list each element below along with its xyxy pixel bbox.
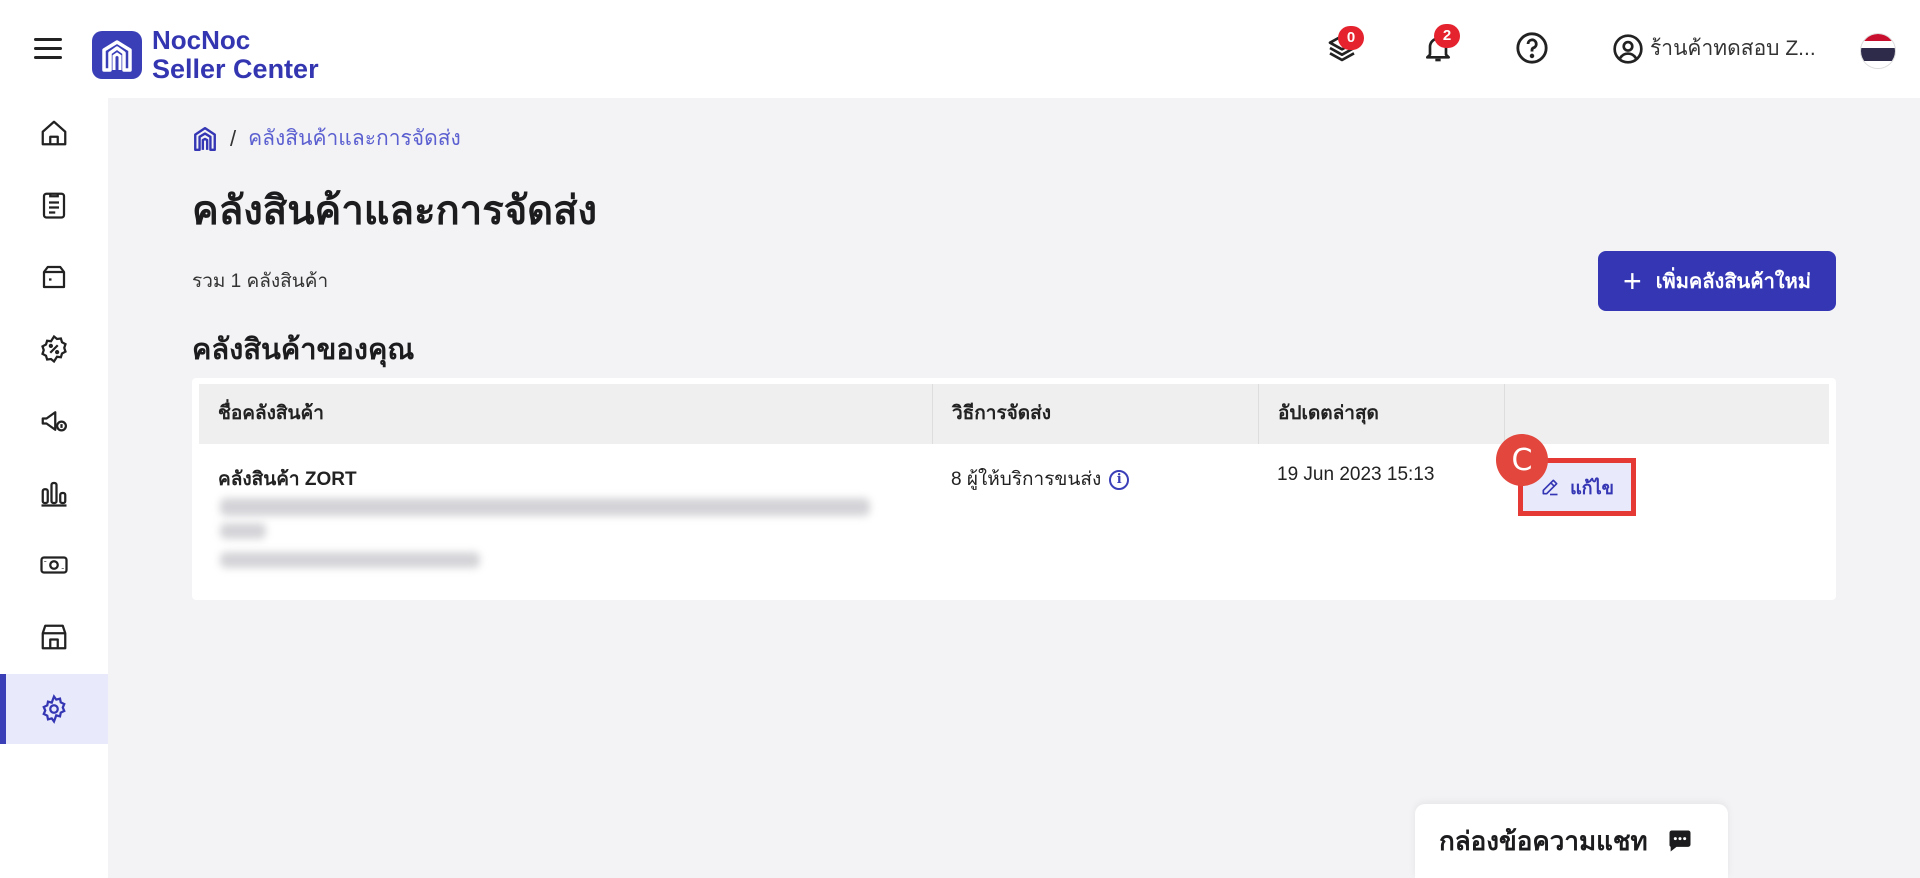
sidebar-item-analytics[interactable]	[0, 458, 108, 528]
nocnoc-logo-icon	[92, 31, 142, 79]
table-header: ชื่อคลังสินค้า วิธีการจัดส่ง อัปเดตล่าสุ…	[199, 384, 1829, 444]
add-warehouse-button[interactable]: + เพิ่มคลังสินค้าใหม่	[1598, 251, 1836, 311]
column-header-actions	[1505, 384, 1829, 444]
brand-subtitle: Seller Center	[152, 54, 319, 84]
pencil-icon	[1542, 479, 1558, 496]
user-circle-icon	[1613, 33, 1643, 64]
home-logo-icon[interactable]	[192, 126, 218, 152]
sidebar-item-shop[interactable]	[0, 602, 108, 672]
breadcrumb: / คลังสินค้าและการจัดส่ง	[192, 122, 461, 155]
settings-icon	[42, 694, 66, 724]
warehouse-name: คลังสินค้า ZORT	[218, 469, 357, 490]
annotation-marker: C	[1496, 434, 1548, 486]
marketing-icon	[41, 411, 67, 432]
warehouse-count: รวม 1 คลังสินค้า	[192, 271, 329, 292]
page-title: คลังสินค้าและการจัดส่ง	[192, 189, 598, 233]
notifications-badge: 2	[1434, 24, 1460, 48]
warehouse-address-redacted	[220, 498, 870, 516]
shop-icon	[41, 624, 67, 650]
store-name: ร้านค้าทดสอบ Z...	[1650, 37, 1816, 60]
info-icon[interactable]: i	[1109, 469, 1130, 490]
help-icon	[1516, 32, 1548, 64]
breadcrumb-separator: /	[230, 125, 237, 151]
chat-label: กล่องข้อความแชท	[1439, 825, 1648, 856]
warehouse-address-redacted	[220, 523, 266, 539]
sidebar-item-finance[interactable]	[0, 530, 108, 600]
shipping-providers-text: 8 ผู้ให้บริการขนส่ง	[951, 469, 1102, 490]
brand-name: NocNoc	[152, 25, 251, 55]
orders-icon	[42, 192, 66, 219]
tasks-button[interactable]: 0	[1324, 26, 1364, 66]
section-title: คลังสินค้าของคุณ	[192, 334, 415, 366]
add-warehouse-label: เพิ่มคลังสินค้าใหม่	[1655, 271, 1811, 293]
store-account-menu[interactable]: ร้านค้าทดสอบ Z...	[1612, 32, 1816, 65]
sidebar-item-orders[interactable]	[0, 170, 108, 240]
home-icon	[41, 120, 67, 146]
language-flag-icon[interactable]	[1860, 33, 1896, 69]
notifications-button[interactable]: 2	[1420, 24, 1460, 66]
column-header-shipping: วิธีการจัดส่ง	[933, 384, 1259, 444]
top-header: NocNoc Seller Center 0 2 ร้านค้าทดสอบ Z.…	[0, 0, 1920, 98]
sidebar-item-products[interactable]	[0, 242, 108, 312]
help-button[interactable]	[1514, 30, 1550, 66]
sidebar-item-promotions[interactable]	[0, 314, 108, 384]
last-updated: 19 Jun 2023 15:13	[1277, 464, 1435, 485]
sidebar-item-home[interactable]	[0, 98, 108, 168]
sidebar-item-settings[interactable]	[0, 674, 108, 744]
analytics-icon	[41, 481, 67, 507]
finance-icon	[40, 556, 68, 574]
tasks-badge: 0	[1338, 26, 1364, 50]
sidebar-item-marketing[interactable]	[0, 386, 108, 456]
column-header-name: ชื่อคลังสินค้า	[199, 384, 933, 444]
chat-box-button[interactable]: กล่องข้อความแชท	[1415, 804, 1728, 878]
chat-bubble-icon	[1669, 830, 1691, 852]
edit-label: แก้ไข	[1570, 477, 1614, 498]
products-icon	[42, 265, 66, 289]
shipping-providers: 8 ผู้ให้บริการขนส่ง i	[951, 464, 1130, 494]
column-header-updated: อัปเดตล่าสุด	[1259, 384, 1505, 444]
promotion-icon	[41, 334, 67, 364]
brand-logo[interactable]: NocNoc Seller Center	[92, 26, 319, 84]
breadcrumb-current[interactable]: คลังสินค้าและการจัดส่ง	[248, 122, 461, 155]
warehouse-contact-redacted	[220, 552, 480, 568]
plus-icon: +	[1623, 263, 1642, 299]
menu-icon[interactable]	[34, 38, 62, 62]
sidebar	[0, 98, 108, 878]
